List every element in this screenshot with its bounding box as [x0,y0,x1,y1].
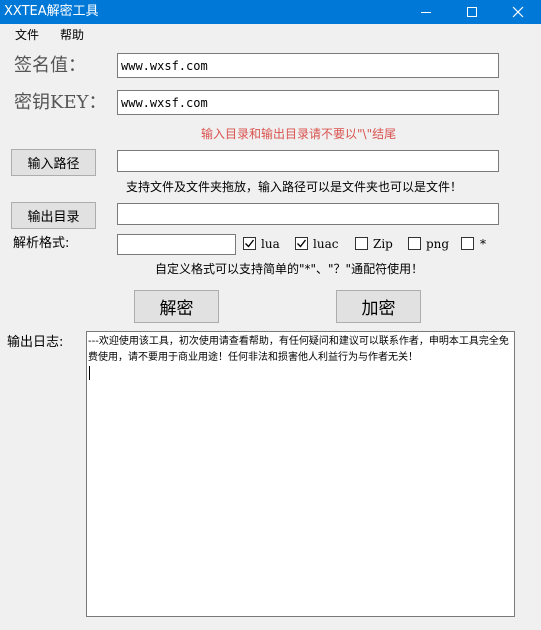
key-label: 密钥KEY： [14,92,107,113]
text-caret [89,366,90,380]
decrypt-button[interactable]: 解密 [134,290,219,323]
path-warning: 输入目录和输出目录请不要以"\"结尾 [201,127,397,141]
encrypt-button[interactable]: 加密 [336,290,421,323]
format-input[interactable] [117,234,236,255]
wildcard-label: * [480,237,486,251]
menu-help[interactable]: 帮助 [60,27,84,43]
minimize-icon [421,12,431,13]
minimize-button[interactable] [403,0,449,24]
sign-input[interactable] [117,53,499,78]
input-path-field[interactable] [117,150,499,172]
luac-checkbox[interactable] [295,237,308,250]
key-input[interactable] [117,90,499,115]
maximize-button[interactable] [449,0,495,24]
input-path-hint: 支持文件及文件夹拖放，输入路径可以是文件夹也可以是文件！ [126,180,463,194]
check-icon [245,239,255,248]
zip-checkbox[interactable] [355,237,368,250]
input-path-button[interactable]: 输入路径 [11,149,96,176]
title-bar[interactable]: XXTEA解密工具 [0,0,541,24]
close-icon [512,6,524,18]
menu-bar: 文件 帮助 [0,24,541,46]
output-dir-field[interactable] [117,203,499,225]
format-label: 解析格式: [13,236,70,251]
png-label: png [426,237,450,251]
log-textarea[interactable]: ---欢迎使用该工具，初次使用请查看帮助，有任何疑问和建议可以联系作者，申明本工… [86,331,515,617]
lua-checkbox[interactable] [243,237,256,250]
menu-file[interactable]: 文件 [15,27,39,43]
png-checkbox[interactable] [408,237,421,250]
close-button[interactable] [495,0,541,24]
sign-label: 签名值： [14,55,86,76]
log-text: ---欢迎使用该工具，初次使用请查看帮助，有任何疑问和建议可以联系作者，申明本工… [88,336,509,363]
format-hint: 自定义格式可以支持简单的"*"、"？"通配符使用！ [155,262,424,276]
log-label: 输出日志: [7,335,64,350]
wildcard-checkbox[interactable] [461,237,474,250]
luac-label: luac [313,237,339,251]
zip-label: Zip [373,237,393,251]
window-title: XXTEA解密工具 [4,4,99,19]
check-icon [297,239,307,248]
output-dir-button[interactable]: 输出目录 [11,202,96,229]
lua-label: lua [261,237,280,251]
maximize-icon [467,7,477,17]
